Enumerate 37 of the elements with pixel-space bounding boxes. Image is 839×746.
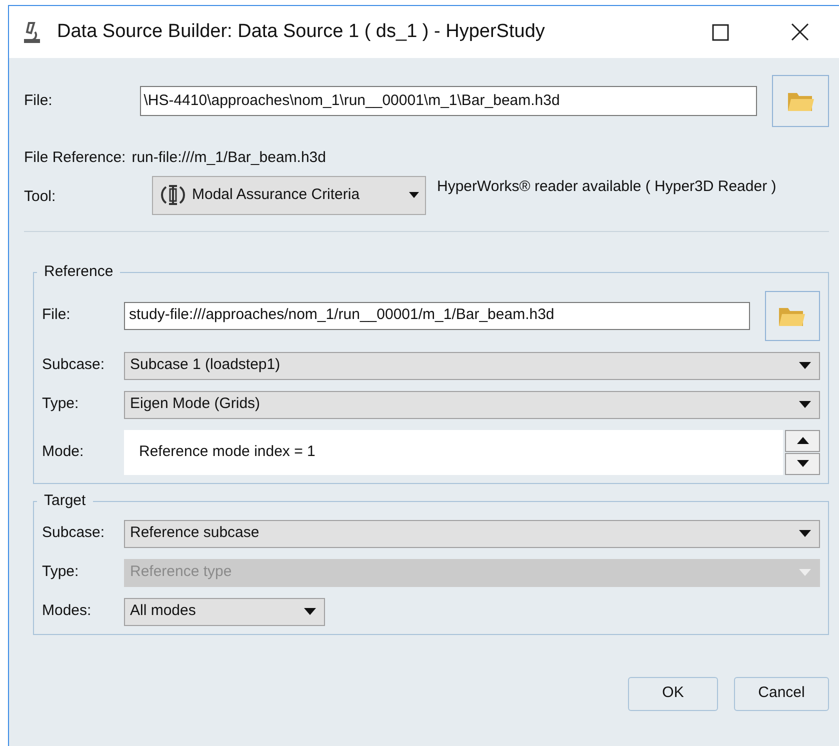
reader-status-text: HyperWorks® reader available ( Hyper3D Reader ) (437, 176, 776, 196)
caret-icon (799, 362, 811, 369)
spin-up-button[interactable] (785, 430, 820, 452)
dropdown[interactable]: Subcase 1 (loadstep1) (124, 352, 820, 380)
caret-icon (304, 608, 316, 615)
file-path-field[interactable]: study-file:///approaches/nom_1/run__00001/m_1/Bar_beam.h3d (124, 302, 750, 330)
cancel-button[interactable]: Cancel (734, 676, 829, 710)
spin-down-button[interactable] (785, 452, 820, 474)
maximize-icon[interactable] (712, 24, 729, 40)
field-label: Modes: (42, 601, 92, 622)
field-label: Subcase: (42, 355, 106, 376)
dropdown[interactable]: Reference subcase (124, 520, 820, 548)
ok-button[interactable]: OK (628, 676, 718, 710)
caret-icon (799, 569, 811, 576)
dropdown[interactable]: All modes (124, 598, 325, 626)
field-label: Tool: (24, 186, 57, 206)
field-label: Mode: (42, 442, 85, 462)
caret-icon (799, 530, 811, 537)
field-label: Type: (42, 394, 80, 414)
dropdown[interactable]: Eigen Mode (Grids) (124, 390, 820, 418)
file-reference-text: run-file:///m_1/Bar_beam.h3d (132, 148, 326, 168)
field-label: Type: (42, 562, 80, 582)
field-label: Subcase: (42, 523, 106, 544)
field-label: File: (42, 305, 72, 326)
tool-dropdown[interactable]: Modal Assurance Criteria (152, 176, 426, 214)
folder-icon (786, 90, 815, 112)
field-label: File: (24, 90, 54, 111)
window-title: Data Source Builder: Data Source 1 ( ds_1 ) - HyperStudy (57, 20, 545, 44)
field-label: File Reference: (24, 148, 126, 168)
file-path-field[interactable]: \HS-4410\approaches\nom_1\run__00001\m_1\Bar_beam.h3d (140, 86, 758, 116)
caret-icon (799, 401, 811, 408)
down-arrow-icon (796, 460, 808, 467)
group-title: Target (37, 492, 93, 510)
caret-icon (409, 192, 419, 198)
mode-field[interactable]: Reference mode index = 1 (124, 430, 783, 474)
close-icon[interactable] (791, 23, 809, 41)
up-arrow-icon (796, 437, 808, 444)
